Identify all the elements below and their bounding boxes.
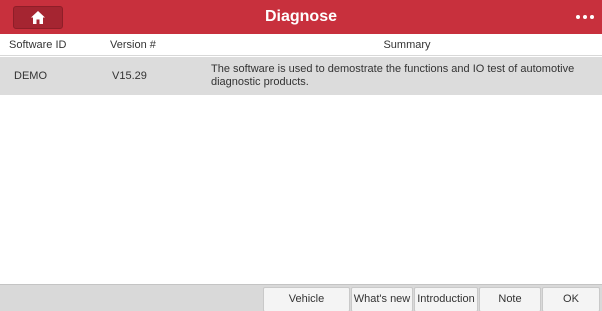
introduction-button[interactable]: Introduction: [414, 287, 478, 311]
title-bar: Diagnose: [0, 0, 602, 34]
column-header-software-id: Software ID: [9, 39, 67, 51]
more-options-button[interactable]: [572, 8, 598, 26]
more-horizontal-icon: [576, 15, 580, 19]
vehicle-coverage-button[interactable]: Vehicle Coverage: [263, 287, 350, 311]
home-icon: [31, 11, 45, 24]
page-title: Diagnose: [264, 8, 337, 25]
software-id-cell: DEMO: [14, 70, 47, 82]
version-cell: V15.29: [112, 70, 147, 82]
column-header-summary: Summary: [383, 39, 431, 51]
home-button[interactable]: [13, 6, 63, 29]
column-header-version: Version #: [110, 39, 156, 51]
table-header: Software ID Version # Summary: [0, 34, 602, 56]
table-empty-area: [0, 95, 602, 284]
whats-new-button[interactable]: What's new: [351, 287, 413, 311]
note-button[interactable]: Note: [479, 287, 541, 311]
summary-cell: The software is used to demostrate the f…: [211, 63, 575, 88]
table-row[interactable]: DEMO V15.29 The software is used to demo…: [0, 57, 602, 95]
ok-button[interactable]: OK: [542, 287, 600, 311]
bottom-toolbar: Vehicle Coverage What's new Introduction…: [0, 284, 602, 311]
